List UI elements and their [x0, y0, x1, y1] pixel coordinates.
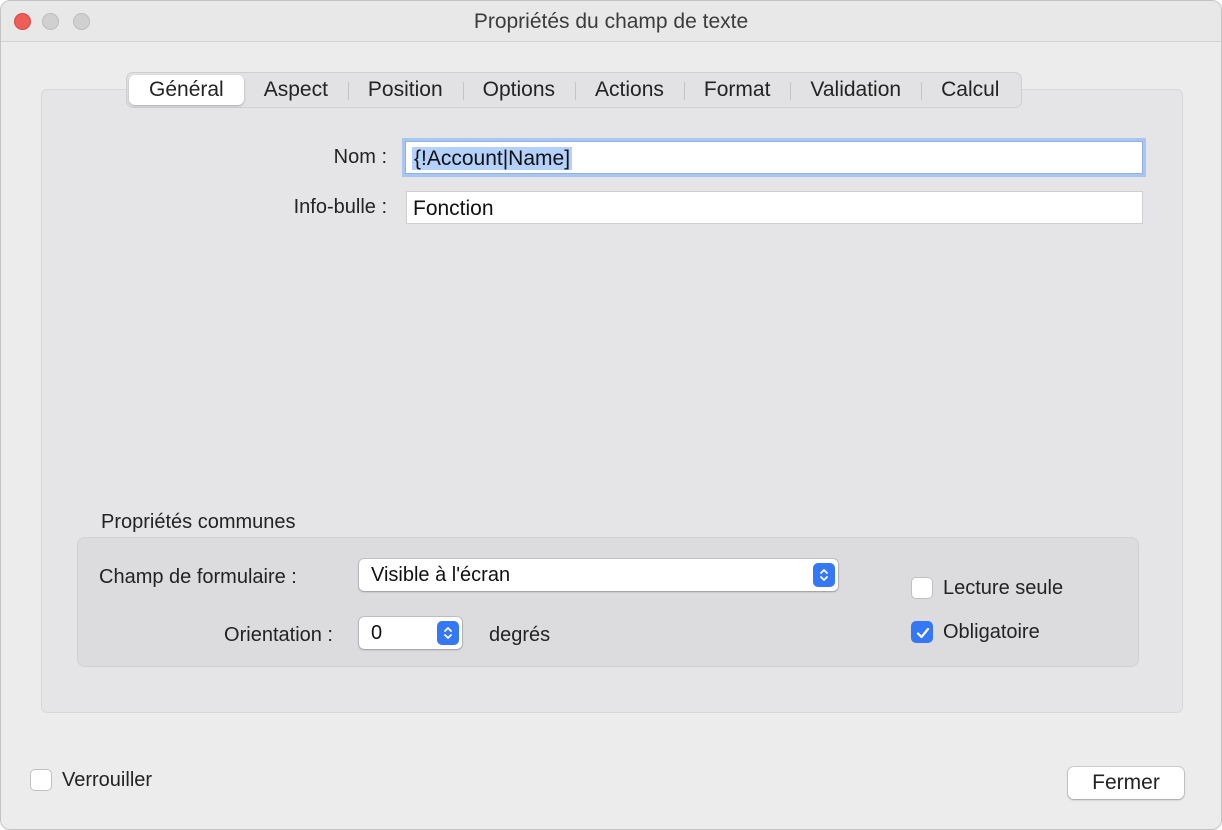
window-title: Propriétés du champ de texte — [473, 10, 749, 33]
tab-position[interactable]: Position — [347, 75, 463, 105]
required-label: Obligatoire — [943, 621, 1040, 643]
orientation-unit: degrés — [489, 624, 551, 646]
tab-aspect[interactable]: Aspect — [244, 75, 348, 105]
tab-options[interactable]: Options — [462, 75, 575, 105]
title-bar[interactable]: Propriétés du champ de texte — [1, 1, 1221, 42]
lock-label: Verrouiller — [62, 769, 153, 791]
popup-arrows-icon — [813, 563, 835, 587]
common-properties-heading: Propriétés communes — [101, 511, 296, 533]
tooltip-input[interactable]: Fonction — [406, 191, 1143, 224]
tab-bar: Général Aspect Position Options Actions … — [126, 72, 1023, 108]
lock-checkbox[interactable] — [30, 769, 52, 791]
orientation-popup[interactable]: 0 — [359, 617, 462, 649]
close-button[interactable]: Fermer — [1068, 767, 1184, 799]
readonly-label: Lecture seule — [943, 577, 1064, 599]
orientation-label: Orientation : — [224, 624, 333, 646]
tab-calcul[interactable]: Calcul — [921, 75, 1019, 105]
tooltip-label: Info-bulle : — [293, 196, 387, 218]
name-label: Nom : — [333, 146, 387, 168]
tab-general[interactable]: Général — [129, 75, 244, 105]
checkmark-icon — [916, 627, 930, 639]
common-properties-group — [77, 537, 1139, 667]
form-field-value: Visible à l'écran — [371, 564, 511, 586]
name-input[interactable]: {!Account|Name] — [405, 141, 1143, 174]
tooltip-input-value: Fonction — [413, 197, 494, 220]
readonly-checkbox[interactable] — [911, 577, 933, 599]
tab-validation[interactable]: Validation — [790, 75, 921, 105]
form-field-label: Champ de formulaire : — [99, 566, 297, 588]
properties-window: Propriétés du champ de texte Général Asp… — [0, 0, 1222, 830]
name-input-value: {!Account|Name] — [412, 147, 573, 170]
orientation-value: 0 — [371, 622, 383, 644]
required-checkbox[interactable] — [911, 621, 933, 643]
popup-arrows-icon — [437, 621, 459, 645]
tab-actions[interactable]: Actions — [575, 75, 684, 105]
tab-format[interactable]: Format — [683, 75, 791, 105]
form-field-popup[interactable]: Visible à l'écran — [359, 559, 838, 591]
